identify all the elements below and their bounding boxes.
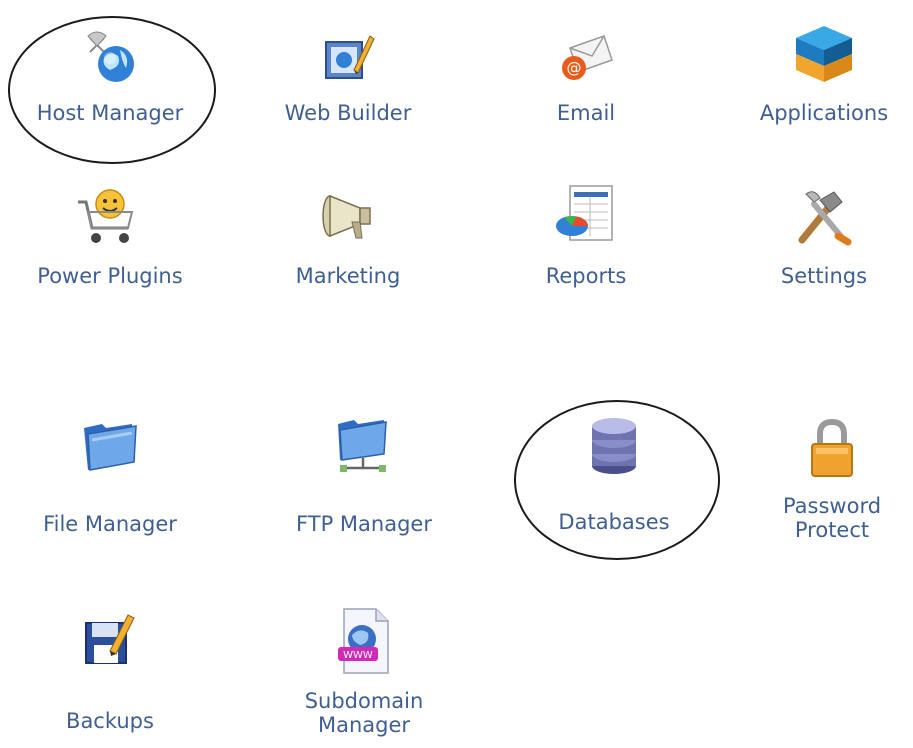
settings-link[interactable]: Settings	[724, 178, 913, 298]
email-label: Email	[556, 101, 616, 125]
file-manager-link[interactable]: File Manager	[10, 412, 210, 542]
databases-link[interactable]: Databases	[514, 412, 714, 542]
globe-network-icon	[87, 31, 134, 82]
svg-text:@: @	[567, 59, 582, 77]
marketing-label: Marketing	[295, 264, 401, 288]
host-manager-label: Host Manager	[36, 101, 184, 125]
reports-link[interactable]: Reports	[486, 178, 686, 298]
web-builder-label: Web Builder	[284, 101, 412, 125]
file-manager-label: File Manager	[43, 512, 177, 536]
subdomain-manager-label: Subdomain Manager	[264, 689, 464, 737]
power-plugins-label: Power Plugins	[37, 264, 183, 288]
shopping-cart-icon	[78, 189, 134, 243]
email-link[interactable]: @ Email	[486, 20, 686, 140]
ftp-manager-label: FTP Manager	[296, 512, 432, 536]
power-plugins-link[interactable]: Power Plugins	[10, 178, 210, 298]
applications-link[interactable]: Applications	[724, 20, 913, 140]
folder-icon	[84, 424, 137, 471]
password-protect-link[interactable]: Password Protect	[754, 412, 910, 562]
hammer-wrench-icon	[798, 191, 852, 246]
subdomain-document-icon: WWW	[338, 608, 389, 674]
database-icon	[592, 418, 636, 474]
subdomain-manager-label-line1: Subdomain	[304, 689, 424, 713]
ftp-manager-link[interactable]: FTP Manager	[264, 412, 464, 542]
backups-label: Backups	[66, 709, 154, 733]
padlock-icon	[811, 418, 853, 477]
reports-label: Reports	[545, 264, 627, 288]
web-builder-icon	[325, 35, 375, 79]
email-envelope-icon: @	[562, 35, 613, 80]
report-chart-icon	[556, 185, 613, 241]
subdomain-manager-label-line2: Manager	[317, 713, 411, 737]
svg-text:WWW: WWW	[343, 650, 373, 661]
blocks-stack-icon	[796, 26, 852, 82]
settings-label: Settings	[780, 264, 868, 288]
backups-link[interactable]: Backups	[10, 605, 210, 735]
password-protect-label: Password Protect	[754, 494, 910, 542]
password-protect-label-line1: Password	[782, 494, 882, 518]
marketing-link[interactable]: Marketing	[248, 178, 448, 298]
host-manager-link[interactable]: Host Manager	[10, 20, 210, 140]
megaphone-icon	[322, 194, 371, 239]
password-protect-label-line2: Protect	[794, 518, 870, 542]
network-folder-icon	[338, 420, 387, 472]
web-builder-link[interactable]: Web Builder	[248, 20, 448, 140]
databases-label: Databases	[558, 510, 670, 534]
floppy-pencil-icon	[85, 614, 135, 664]
subdomain-manager-link[interactable]: WWW Subdomain Manager	[264, 605, 464, 745]
applications-label: Applications	[759, 101, 889, 125]
